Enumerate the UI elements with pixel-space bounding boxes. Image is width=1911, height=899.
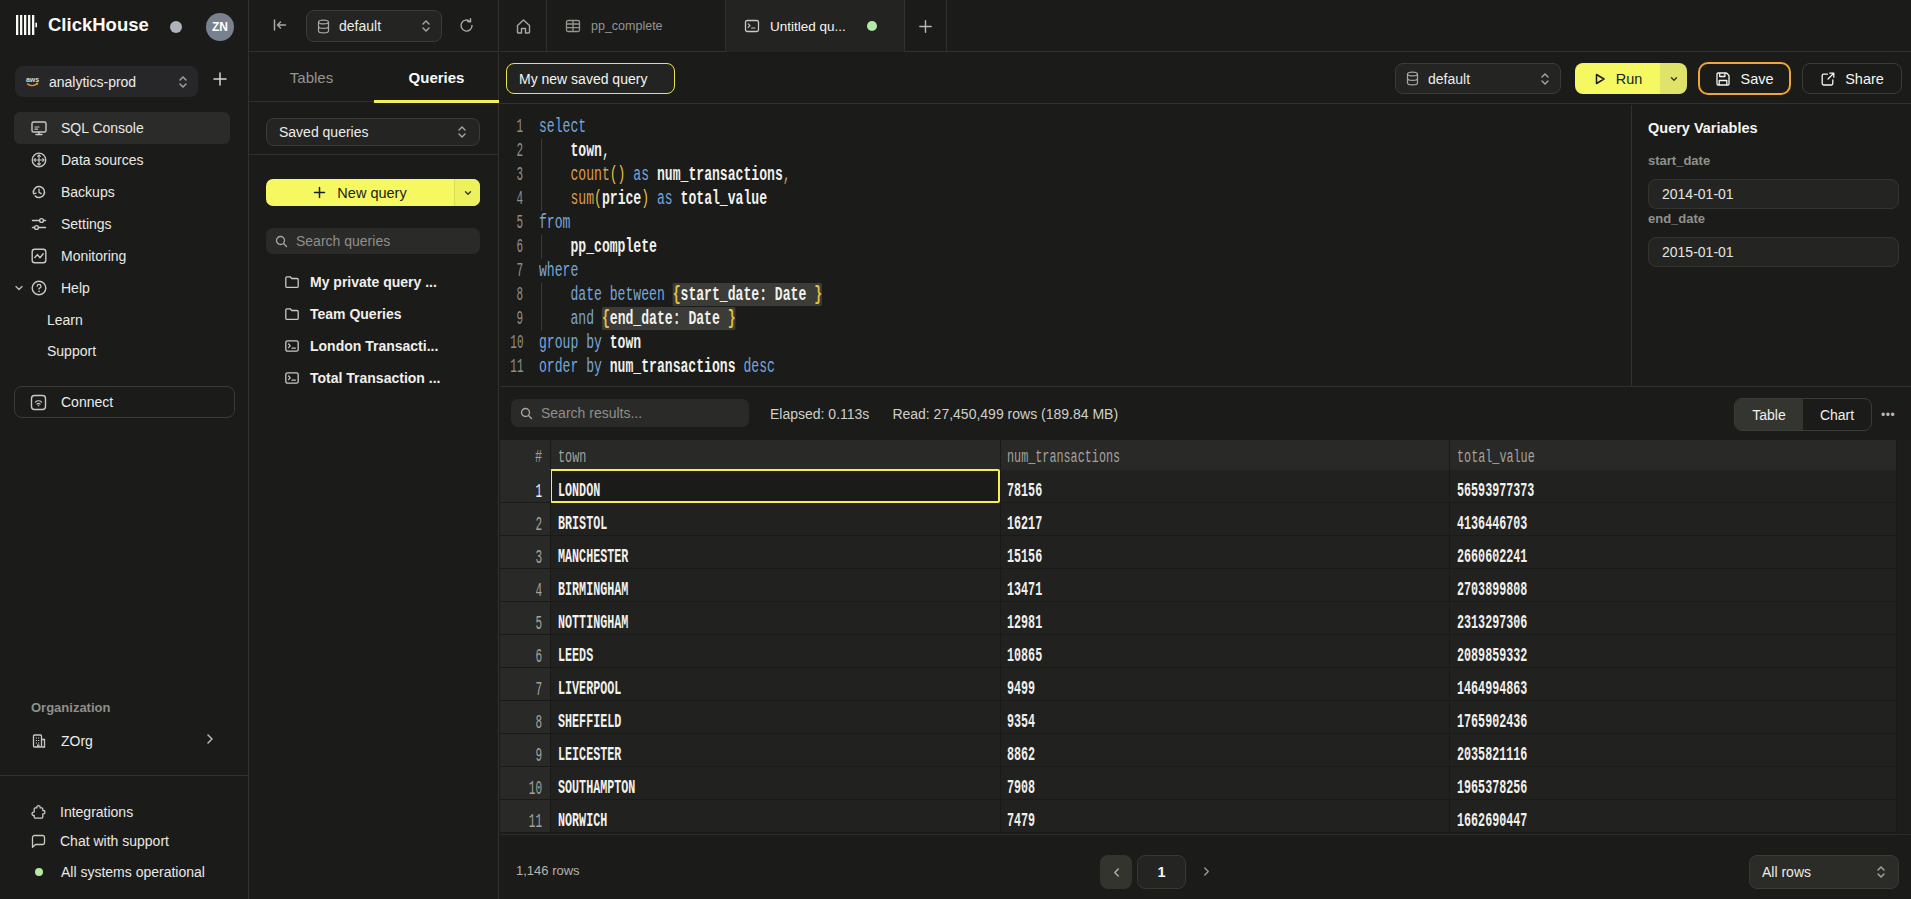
svg-text:aws: aws xyxy=(26,76,39,83)
